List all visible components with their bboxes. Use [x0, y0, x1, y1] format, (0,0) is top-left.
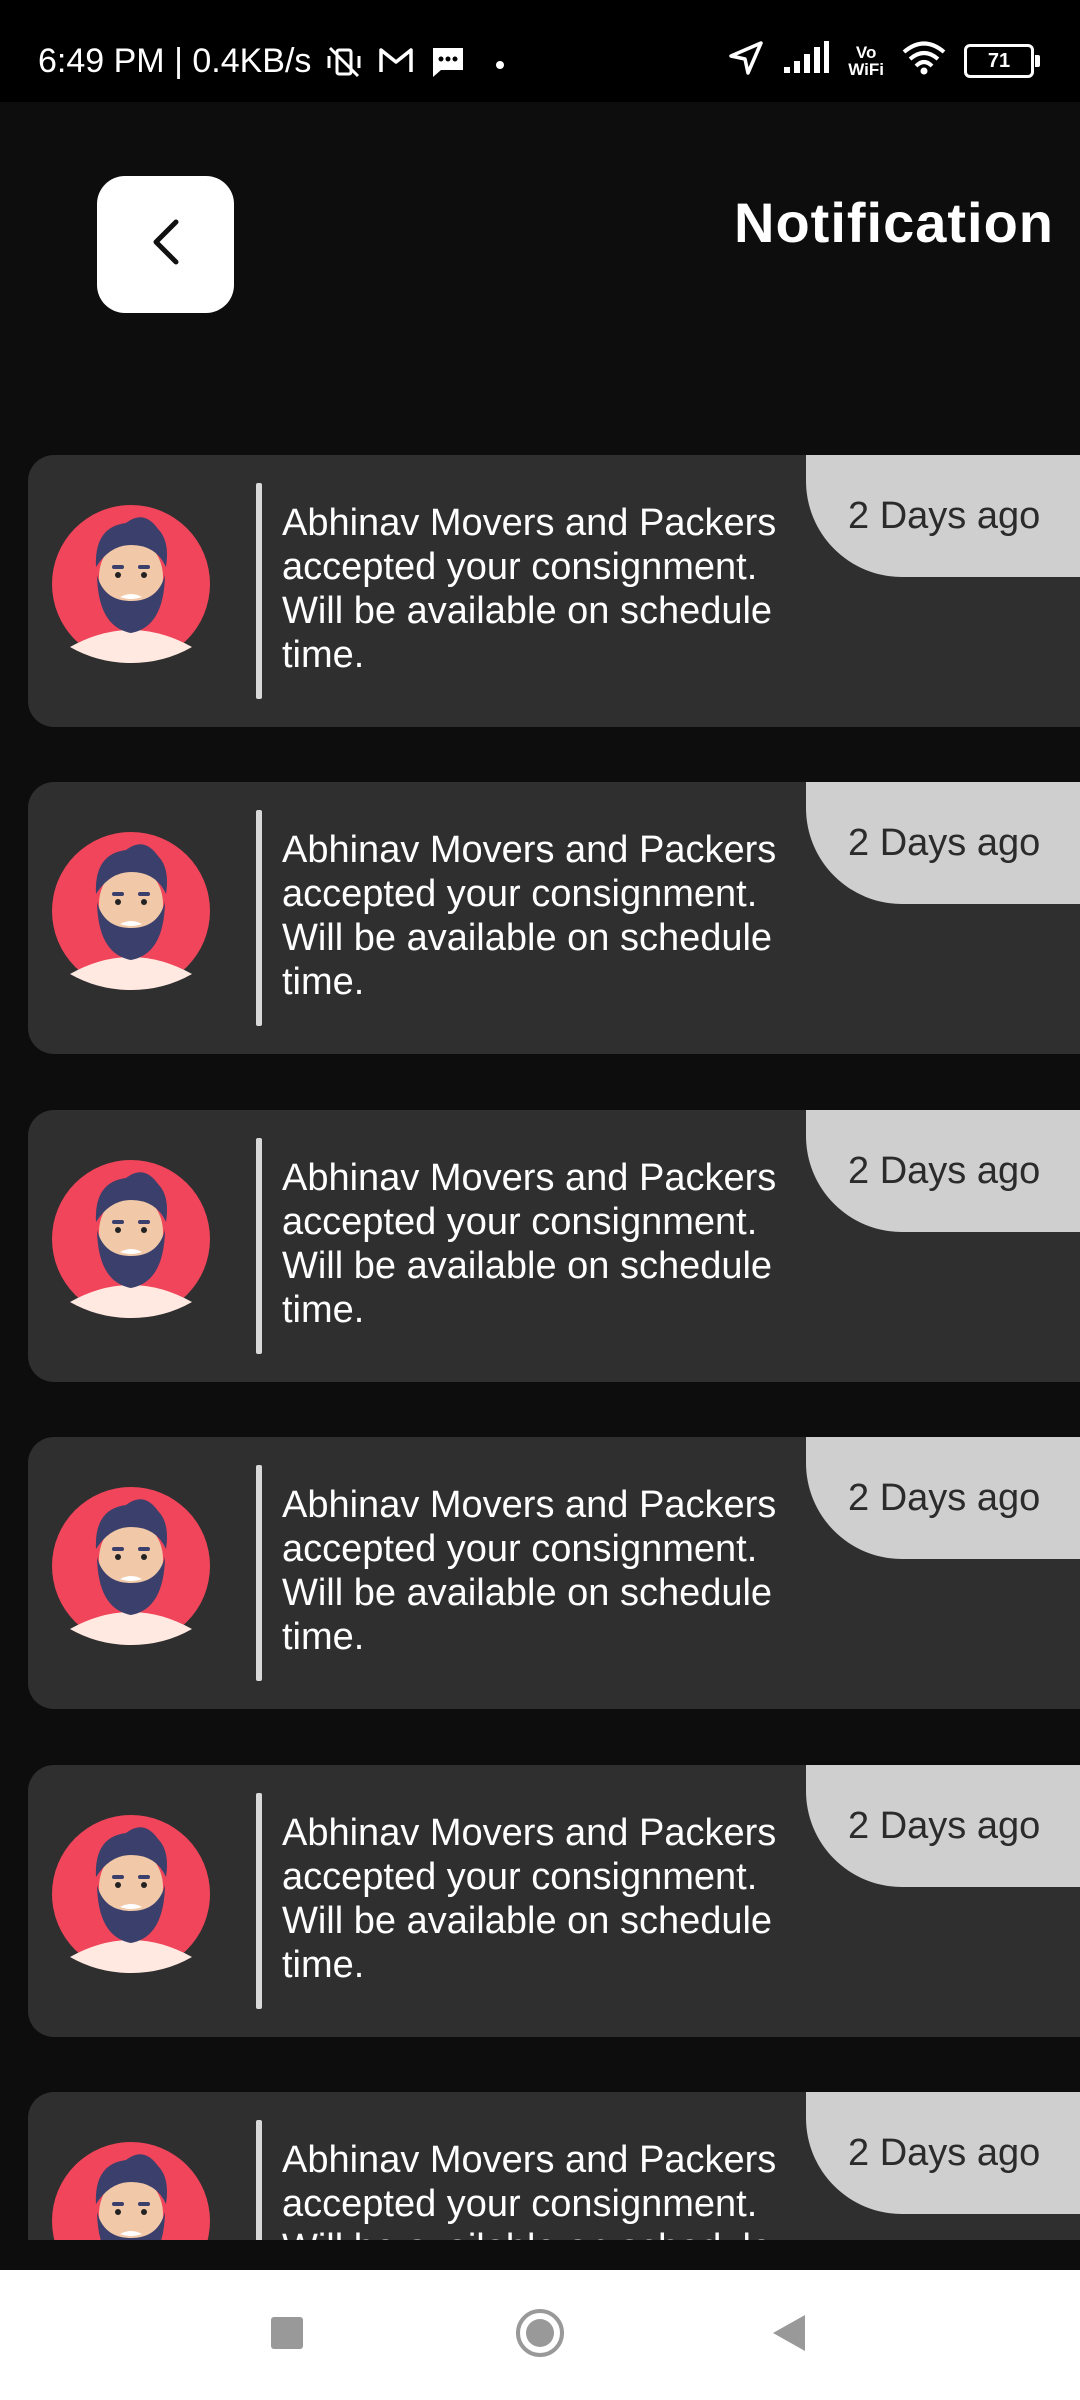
notification-card[interactable]: Abhinav Movers and Packers accepted your… [28, 1110, 1080, 1382]
card-divider [256, 1793, 262, 2009]
status-bar: 6:49 PM | 0.4KB/s Vo WiFi 71 [0, 0, 1080, 102]
message-icon [429, 46, 467, 78]
avatar [52, 1815, 210, 1973]
triangle-back-icon [771, 2313, 807, 2358]
notification-time: 2 Days ago [848, 822, 1041, 864]
status-time: 6:49 PM | 0.4KB/s [38, 42, 312, 80]
recents-button[interactable] [252, 2300, 322, 2370]
notification-time: 2 Days ago [848, 1150, 1041, 1192]
system-back-button[interactable] [754, 2300, 824, 2370]
notification-message: Abhinav Movers and Packers accepted your… [282, 502, 777, 676]
home-button[interactable] [505, 2300, 575, 2370]
notification-time: 2 Days ago [848, 2132, 1041, 2174]
time-badge: 2 Days ago [806, 2092, 1080, 2214]
signal-icon [782, 41, 830, 80]
card-divider [256, 1465, 262, 1681]
card-divider [256, 483, 262, 699]
vowifi-indicator: Vo WiFi [848, 44, 884, 78]
dot-icon [481, 46, 519, 78]
vowifi-bottom-label: WiFi [848, 59, 884, 79]
notification-time: 2 Days ago [848, 1805, 1041, 1847]
location-icon [728, 40, 764, 81]
time-badge: 2 Days ago [806, 782, 1080, 904]
card-divider [256, 810, 262, 1026]
avatar [52, 832, 210, 990]
notification-card[interactable]: Abhinav Movers and Packers accepted your… [28, 1765, 1080, 2037]
time-badge: 2 Days ago [806, 1437, 1080, 1559]
status-left: 6:49 PM | 0.4KB/s [38, 42, 519, 81]
time-badge: 2 Days ago [806, 455, 1080, 577]
notification-message: Abhinav Movers and Packers accepted your… [282, 1157, 777, 1331]
page-title: Notification [734, 191, 1054, 254]
chevron-left-icon [146, 216, 186, 273]
card-divider [256, 2120, 262, 2240]
vibrate-off-icon [325, 46, 363, 78]
square-icon [270, 2316, 304, 2355]
circle-icon [514, 2307, 566, 2364]
notification-message: Abhinav Movers and Packers accepted your… [282, 1484, 777, 1658]
card-divider [256, 1138, 262, 1354]
notification-message: Abhinav Movers and Packers accepted your… [282, 829, 777, 1003]
notification-message: Abhinav Movers and Packers accepted your… [282, 1812, 777, 1986]
avatar [52, 2142, 210, 2240]
wifi-icon [902, 41, 946, 80]
gmail-icon [377, 46, 415, 78]
time-badge: 2 Days ago [806, 1765, 1080, 1887]
notification-card[interactable]: Abhinav Movers and Packers accepted your… [28, 2092, 1080, 2240]
notification-card[interactable]: Abhinav Movers and Packers accepted your… [28, 455, 1080, 727]
notification-card[interactable]: Abhinav Movers and Packers accepted your… [28, 1437, 1080, 1709]
avatar [52, 1487, 210, 1645]
notification-time: 2 Days ago [848, 495, 1041, 537]
notification-list[interactable]: Abhinav Movers and Packers accepted your… [0, 455, 1080, 2240]
back-button[interactable] [97, 176, 234, 313]
avatar [52, 505, 210, 663]
time-badge: 2 Days ago [806, 1110, 1080, 1232]
notification-time: 2 Days ago [848, 1477, 1041, 1519]
notification-message: Abhinav Movers and Packers accepted your… [282, 2139, 777, 2240]
system-nav-bar [0, 2270, 1080, 2400]
avatar [52, 1160, 210, 1318]
battery-indicator: 71 [964, 43, 1040, 78]
notification-card[interactable]: Abhinav Movers and Packers accepted your… [28, 782, 1080, 1054]
status-right: Vo WiFi 71 [728, 40, 1040, 81]
